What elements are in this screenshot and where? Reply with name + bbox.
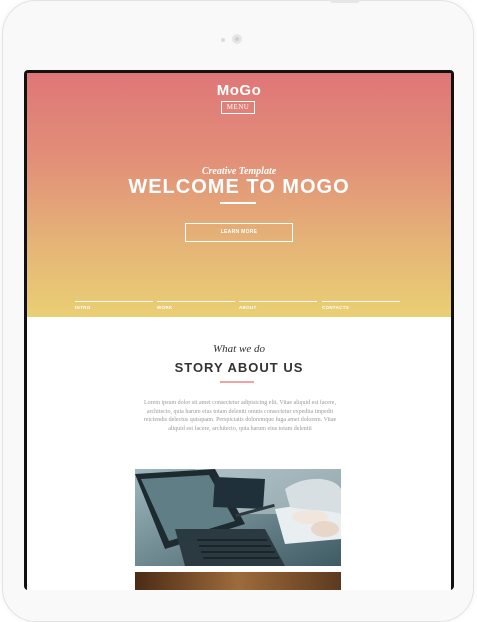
website-viewport: MoGo MENU Creative Template WELCOME TO M… [27, 73, 451, 590]
nav-item-intro[interactable]: INTRO [75, 301, 153, 317]
story-divider [220, 381, 254, 383]
hero-section: MoGo MENU Creative Template WELCOME TO M… [27, 73, 451, 317]
section-nav: INTRO WORK ABOUT CONTACTS [75, 301, 405, 313]
hero-headline: WELCOME TO MOGO [128, 176, 350, 198]
hero-divider [220, 202, 256, 204]
nav-item-contacts[interactable]: CONTACTS [322, 301, 400, 317]
site-logo[interactable]: MoGo [27, 82, 451, 99]
tablet-power-button [330, 0, 360, 3]
story-body-text: Lorem ipsum dolor sit amet consectetur a… [143, 400, 337, 432]
learn-more-button[interactable]: LEARN MORE [185, 223, 293, 242]
office-laptops-photo [135, 469, 341, 566]
story-title: STORY ABOUT US [174, 360, 304, 375]
second-photo-strip [135, 572, 341, 590]
story-subtitle: What we do [213, 343, 265, 355]
tablet-screen: MoGo MENU Creative Template WELCOME TO M… [24, 70, 454, 590]
tablet-camera [232, 34, 242, 44]
menu-button[interactable]: MENU [221, 101, 255, 114]
nav-item-work[interactable]: WORK [157, 301, 235, 317]
tablet-sensor [221, 38, 225, 42]
nav-item-about[interactable]: ABOUT [239, 301, 317, 317]
